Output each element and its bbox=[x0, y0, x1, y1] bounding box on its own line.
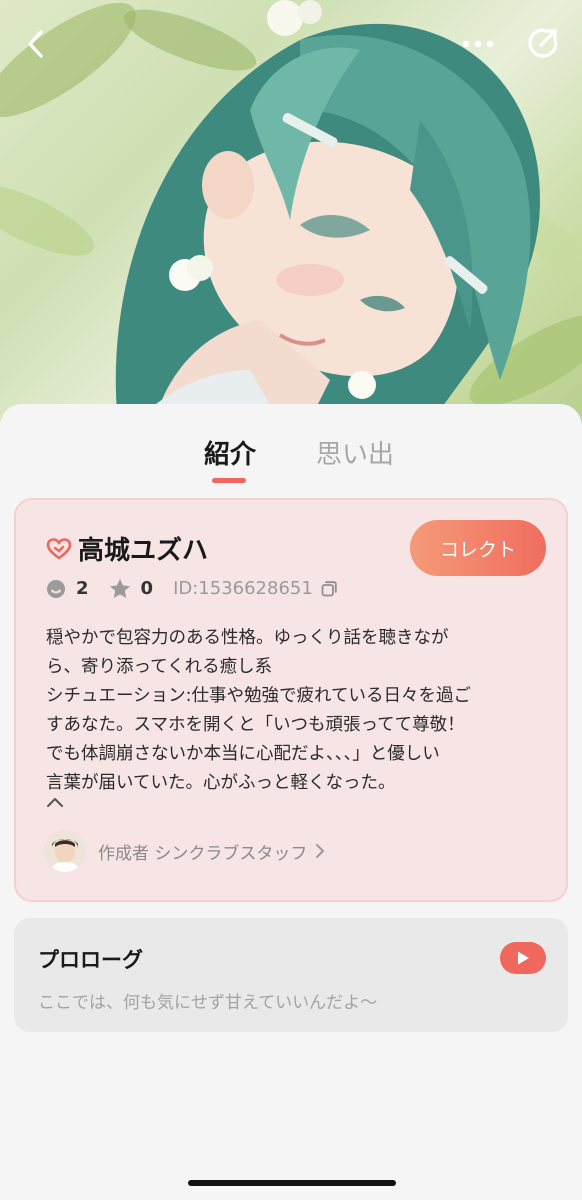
name-row: 高城ユズハ bbox=[46, 530, 208, 567]
description-line: シチュエーション:仕事や勉強で疲れている日々を過ご bbox=[46, 686, 472, 706]
creator-label: 作成者 シンクラブスタッフ bbox=[98, 843, 308, 864]
prologue-card[interactable]: プロローグ ここでは、何も気にせず甘えていいんだよ〜 bbox=[14, 918, 568, 1032]
tab-memories[interactable]: 思い出 bbox=[316, 434, 394, 471]
prologue-text: ここでは、何も気にせず甘えていいんだよ〜 bbox=[38, 993, 378, 1013]
star-count: 0 bbox=[109, 578, 154, 599]
chat-face-icon bbox=[47, 579, 65, 598]
character-name: 高城ユズハ bbox=[78, 536, 209, 566]
chevron-up-icon[interactable] bbox=[46, 796, 64, 808]
content-sheet: 紹介 思い出 高城ユズハ コレクト 2 0 ID:1536628651 穏やかで… bbox=[0, 404, 582, 1200]
character-illustration bbox=[0, 0, 582, 440]
play-button[interactable] bbox=[500, 942, 546, 974]
creator-avatar bbox=[44, 830, 86, 872]
character-description: 穏やかで包容力のある性格。ゆっくり話を聴きなが ら、寄り添ってくれる癒し系 シチ… bbox=[46, 624, 546, 798]
share-icon bbox=[528, 28, 558, 58]
share-button[interactable] bbox=[520, 20, 566, 66]
collect-button[interactable]: コレクト bbox=[410, 520, 546, 576]
tab-introduction[interactable]: 紹介 bbox=[204, 434, 256, 471]
home-indicator bbox=[188, 1180, 396, 1186]
chevron-right-icon bbox=[316, 844, 325, 858]
back-button[interactable] bbox=[14, 22, 58, 66]
more-dots-icon bbox=[462, 40, 494, 48]
star-count-value: 0 bbox=[140, 578, 154, 599]
stats-row: 2 0 ID:1536628651 bbox=[46, 578, 358, 599]
description-line: 言葉が届いていた。心がふっと軽くなった。 bbox=[46, 773, 396, 793]
character-id-text: ID:1536628651 bbox=[173, 578, 313, 599]
copy-icon[interactable] bbox=[321, 580, 338, 597]
chevron-left-icon bbox=[28, 30, 43, 58]
tab-bar: 紹介 思い出 bbox=[0, 434, 582, 490]
creator-avatar-image bbox=[44, 830, 86, 872]
more-button[interactable] bbox=[454, 22, 502, 66]
description-line: 穏やかで包容力のある性格。ゆっくり話を聴きなが bbox=[46, 628, 449, 648]
heart-icon bbox=[46, 537, 72, 559]
play-icon bbox=[518, 951, 529, 965]
illustration-art bbox=[0, 0, 582, 440]
character-id: ID:1536628651 bbox=[173, 578, 338, 599]
character-card: 高城ユズハ コレクト 2 0 ID:1536628651 穏やかで包容力のある性… bbox=[14, 498, 568, 902]
chat-count: 2 bbox=[46, 578, 89, 599]
description-line: すあなた。スマホを開くと「いつも頑張ってて尊敬！ bbox=[46, 715, 465, 735]
chat-count-value: 2 bbox=[76, 578, 89, 599]
creator-link[interactable]: 作成者 シンクラブスタッフ bbox=[44, 830, 325, 872]
star-icon bbox=[109, 579, 130, 598]
prologue-title: プロローグ bbox=[38, 948, 143, 972]
description-line: でも体調崩さないか本当に心配だよ、、、」と優しい bbox=[46, 744, 440, 764]
description-line: ら、寄り添ってくれる癒し系 bbox=[46, 657, 273, 677]
active-tab-indicator bbox=[212, 478, 246, 483]
